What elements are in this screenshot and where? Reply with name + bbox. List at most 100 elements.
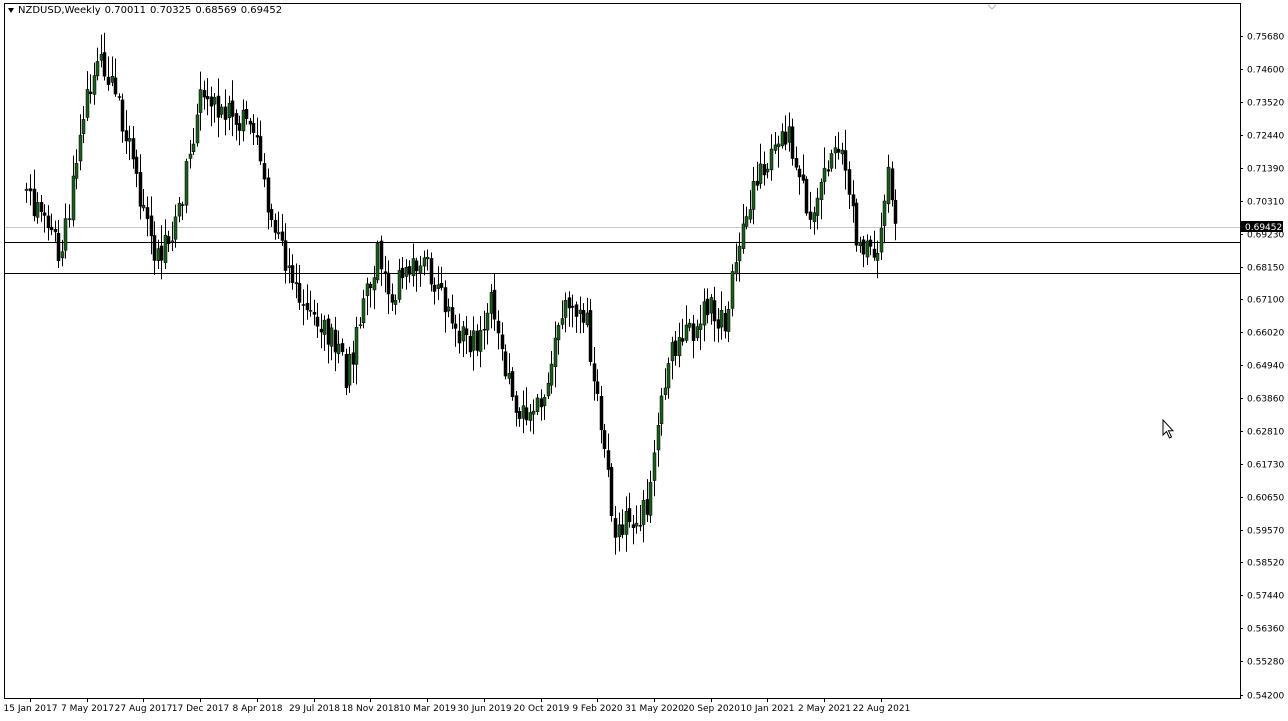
candle-body	[882, 200, 887, 226]
candle-body	[819, 182, 824, 201]
candle-body	[131, 138, 136, 160]
candle-body	[716, 319, 721, 329]
candle-body	[446, 306, 451, 312]
chart-window[interactable]: 0.75680 0.74600 0.73520 0.72440 0.71390 0.703…	[0, 0, 1288, 721]
symbol-name: NZDUSD,Weekly	[18, 5, 101, 16]
candle-body	[361, 298, 366, 323]
candle-body	[695, 326, 700, 339]
x-tick-label: 17 Dec 2017	[172, 704, 230, 714]
candle-body	[797, 168, 802, 178]
candle-body	[574, 304, 579, 317]
candle-body	[92, 75, 97, 95]
candle-body	[748, 209, 753, 220]
candle-body	[283, 240, 288, 271]
candle-body	[521, 405, 526, 419]
candle-body	[258, 136, 263, 162]
candle-body	[301, 304, 306, 306]
candle-body	[773, 144, 778, 151]
candle-body	[886, 166, 891, 205]
candle-body	[691, 323, 696, 341]
candle-body	[195, 114, 200, 144]
candle-body	[372, 277, 377, 291]
candle-body	[769, 148, 774, 171]
candle-body	[485, 312, 490, 331]
candle-body	[624, 511, 629, 535]
candle-body	[865, 240, 870, 258]
candle-body	[560, 318, 565, 325]
candle-body	[336, 343, 341, 355]
candle-body	[461, 326, 466, 342]
candle-body	[255, 135, 260, 138]
y-tick-label: 0.59570	[1247, 527, 1284, 537]
candle-body	[106, 76, 111, 85]
x-tick-label: 22 Aug 2021	[853, 704, 911, 714]
candle-body	[875, 253, 880, 261]
candle-body	[429, 258, 434, 285]
candle-body	[546, 382, 551, 397]
candle-body	[134, 156, 139, 174]
candle-body	[411, 258, 416, 277]
candle-body	[308, 310, 313, 312]
candle-body	[450, 307, 455, 324]
candle-body	[656, 425, 661, 451]
y-tick-label: 0.74600	[1247, 66, 1284, 76]
candle-body	[180, 204, 185, 206]
candle-body	[723, 312, 728, 332]
candle-body	[386, 272, 391, 295]
candle-body	[843, 150, 848, 171]
candle-body	[776, 143, 781, 148]
candle-body	[659, 395, 664, 425]
candle-body	[39, 202, 44, 213]
candle-body	[297, 283, 302, 303]
chart-canvas[interactable]: 0.75680 0.74600 0.73520 0.72440 0.71390 0.703…	[0, 0, 1288, 721]
candle-body	[453, 323, 458, 329]
candle-body	[741, 223, 746, 249]
candle-body	[606, 450, 611, 470]
candle-body	[631, 524, 636, 528]
candle-body	[344, 354, 349, 389]
candle-body	[539, 398, 544, 408]
candle-body	[730, 271, 735, 309]
candle-body	[156, 248, 161, 261]
candle-body	[847, 169, 852, 195]
candle-body	[74, 163, 79, 179]
candle-body	[602, 430, 607, 449]
candle-body	[237, 123, 242, 131]
candle-body	[705, 298, 710, 316]
y-tick-label: 0.62810	[1247, 428, 1284, 438]
candle-body	[347, 353, 352, 386]
y-tick-label: 0.63860	[1247, 395, 1284, 405]
y-tick-label: 0.68150	[1247, 264, 1284, 274]
y-tick-label: 0.60650	[1247, 494, 1284, 504]
candle-body	[326, 318, 331, 345]
x-tick-label: 20 Sep 2020	[683, 704, 740, 714]
candle-body	[315, 316, 320, 327]
candle-body	[822, 167, 827, 182]
candle-body	[861, 239, 866, 255]
y-tick-label: 0.66020	[1247, 329, 1284, 339]
candle-body	[425, 256, 430, 260]
candle-body	[56, 232, 61, 261]
candle-body	[248, 120, 253, 125]
candle-body	[60, 251, 65, 259]
candle-body	[851, 194, 856, 207]
candle-body	[595, 381, 600, 395]
candle-body	[482, 329, 487, 331]
candle-body	[333, 329, 338, 353]
candle-body	[507, 373, 512, 379]
support-resistance-lines	[5, 227, 1240, 274]
candle-body	[414, 260, 419, 272]
candle-body	[329, 327, 334, 347]
candle-body	[787, 126, 792, 143]
candle-body	[620, 524, 625, 535]
y-tick-label: 0.54200	[1247, 692, 1284, 702]
triangle-down-icon[interactable]	[8, 7, 14, 13]
candle-body	[510, 371, 515, 398]
candle-body	[687, 322, 692, 328]
candle-body	[319, 328, 324, 333]
candle-body	[780, 131, 785, 147]
candle-body	[592, 363, 597, 382]
x-tick-label: 27 Aug 2017	[115, 704, 173, 714]
candle-body	[794, 158, 799, 168]
candle-body	[78, 134, 83, 162]
